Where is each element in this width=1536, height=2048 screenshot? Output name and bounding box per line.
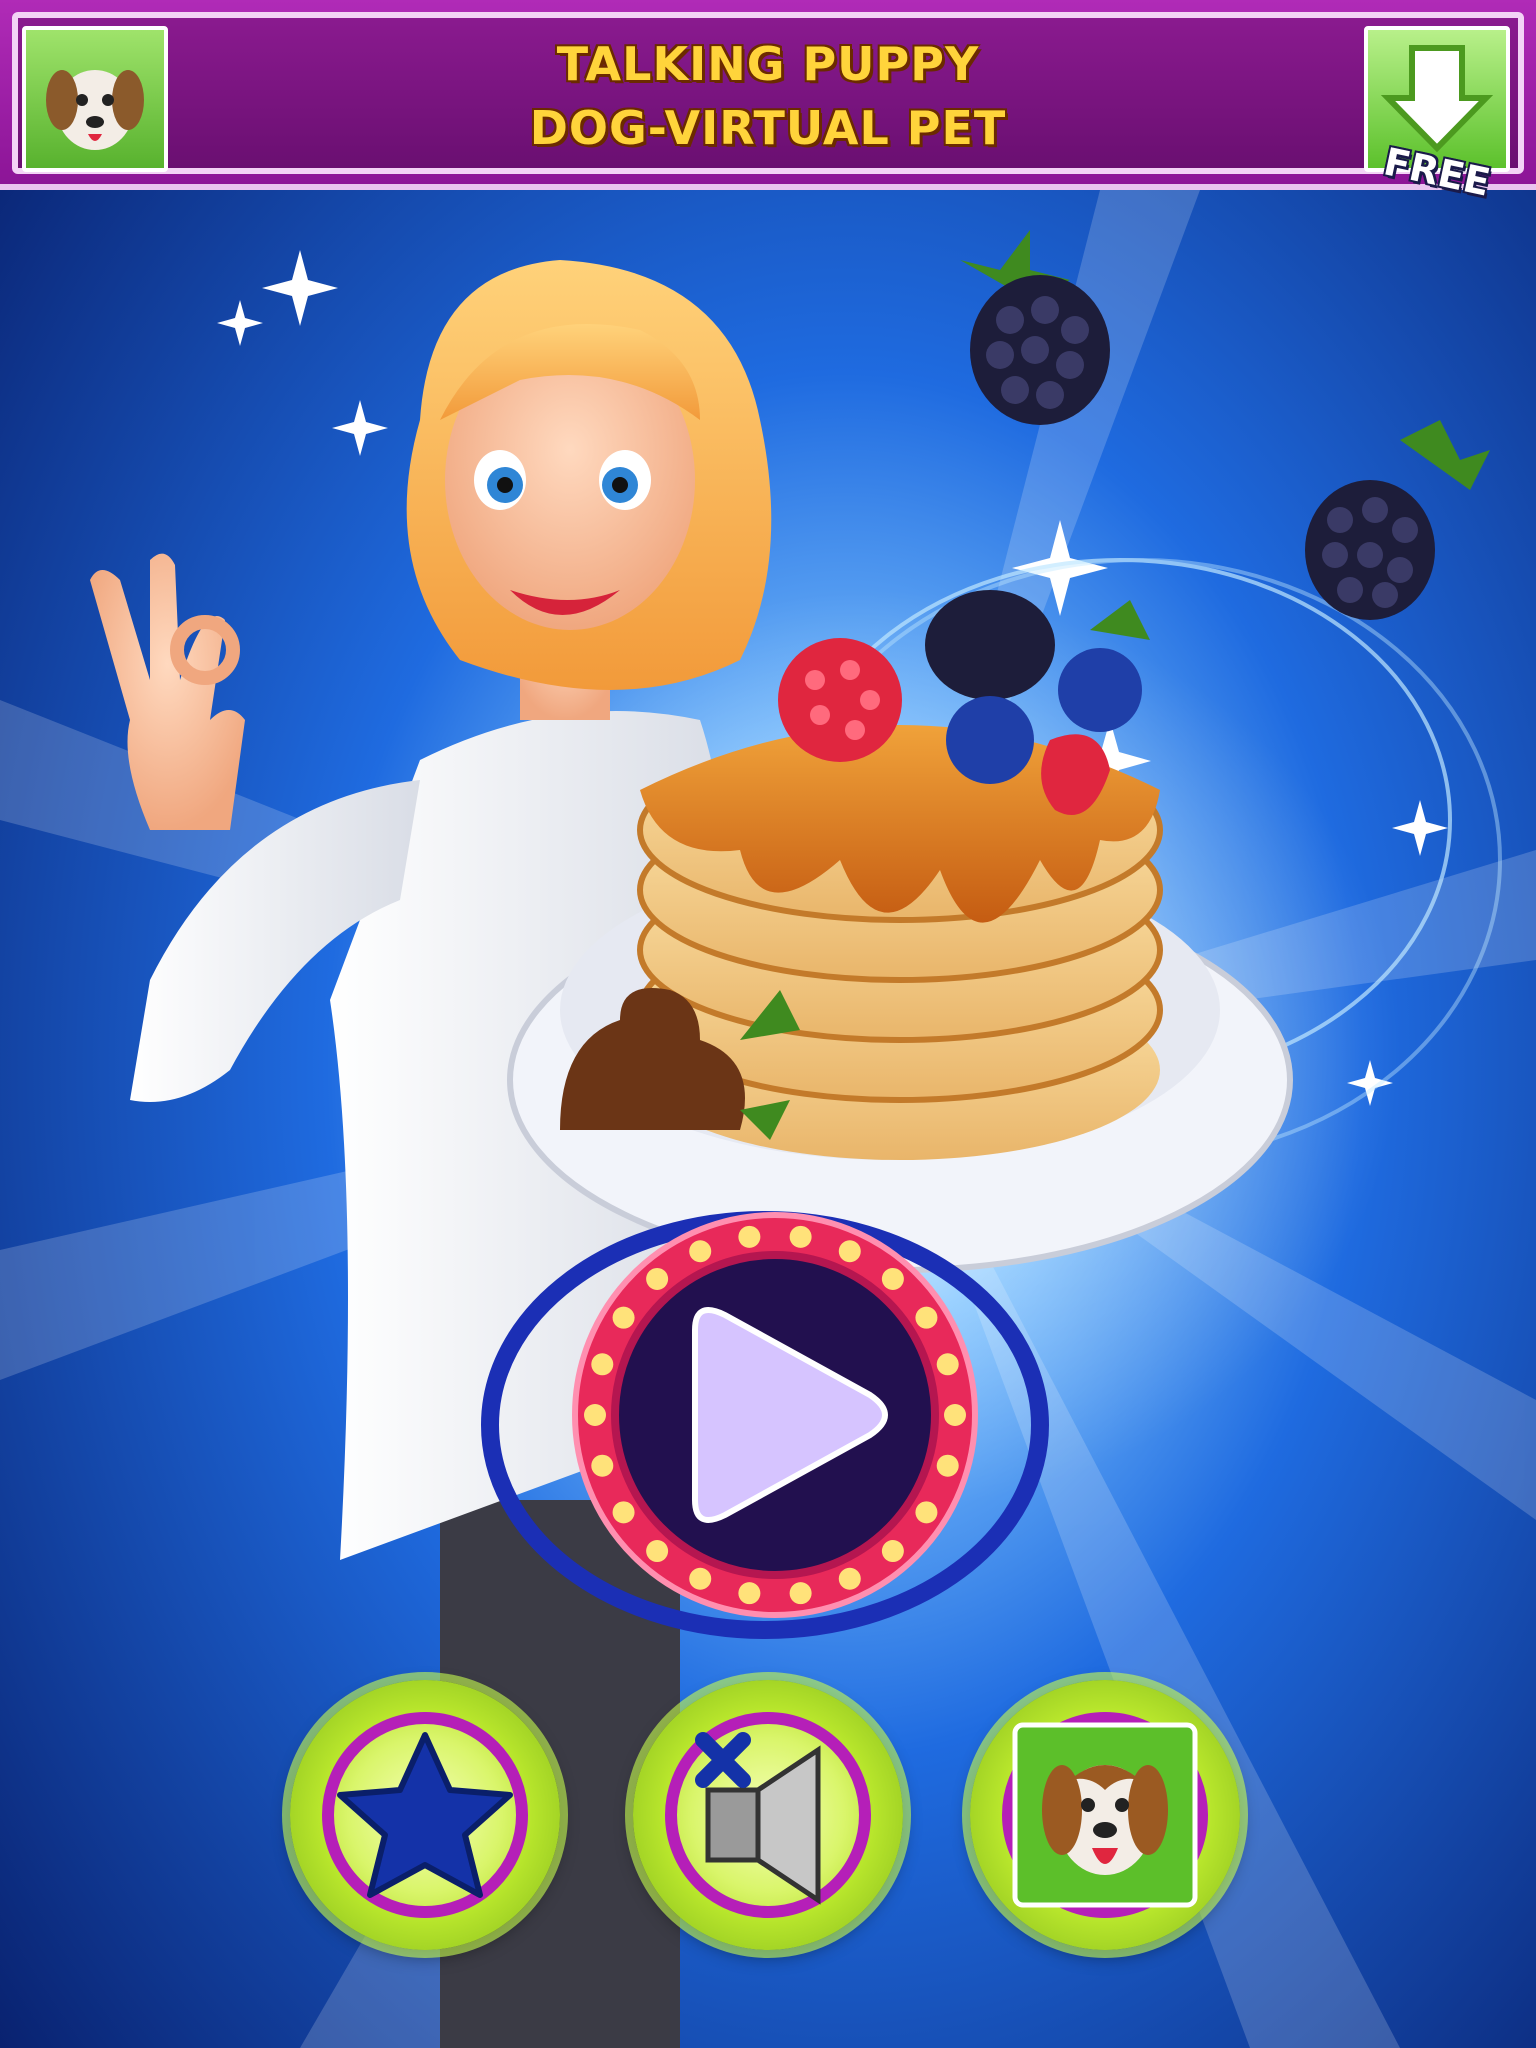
play-button[interactable] (480, 1200, 1070, 1640)
marquee-bulb (646, 1267, 669, 1290)
marquee-bulb (881, 1267, 904, 1290)
marquee-bulb (915, 1501, 938, 1524)
marquee-bulb (838, 1240, 861, 1263)
ad-title-line1: TALKING PUPPY (556, 37, 980, 91)
marquee-bulb (936, 1353, 959, 1376)
marquee-bulb (738, 1225, 761, 1248)
marquee-bulb (646, 1540, 669, 1563)
puppy-icon (46, 70, 144, 150)
marquee-bulb (591, 1353, 614, 1376)
marquee-bulb (789, 1582, 812, 1605)
ad-title-line2: DOG-VIRTUAL PET (529, 101, 1007, 155)
marquee-bulb (612, 1306, 635, 1329)
marquee-bulb (789, 1225, 812, 1248)
marquee-bulb (689, 1567, 712, 1590)
ad-app-thumbnail[interactable] (22, 26, 168, 172)
speaker-muted-icon (695, 1732, 821, 1905)
marquee-bulb (915, 1306, 938, 1329)
sound-toggle-button[interactable] (633, 1680, 903, 1950)
star-icon (337, 1732, 513, 1898)
rate-button[interactable] (290, 1680, 560, 1950)
marquee-bulb (689, 1240, 712, 1263)
marquee-bulb (944, 1404, 966, 1426)
marquee-bulb (936, 1454, 959, 1477)
ad-banner[interactable]: TALKING PUPPY DOG-VIRTUAL PET FREE (0, 0, 1536, 205)
marquee-bulb (738, 1582, 761, 1605)
marquee-bulb (584, 1404, 606, 1426)
puppy-icon (1012, 1722, 1198, 1908)
ad-title[interactable]: TALKING PUPPY DOG-VIRTUAL PET (180, 32, 1356, 162)
marquee-bulb (612, 1501, 635, 1524)
marquee-bulb (838, 1567, 861, 1590)
more-games-button[interactable] (970, 1680, 1240, 1950)
marquee-bulb (591, 1454, 614, 1477)
marquee-bulb (881, 1540, 904, 1563)
